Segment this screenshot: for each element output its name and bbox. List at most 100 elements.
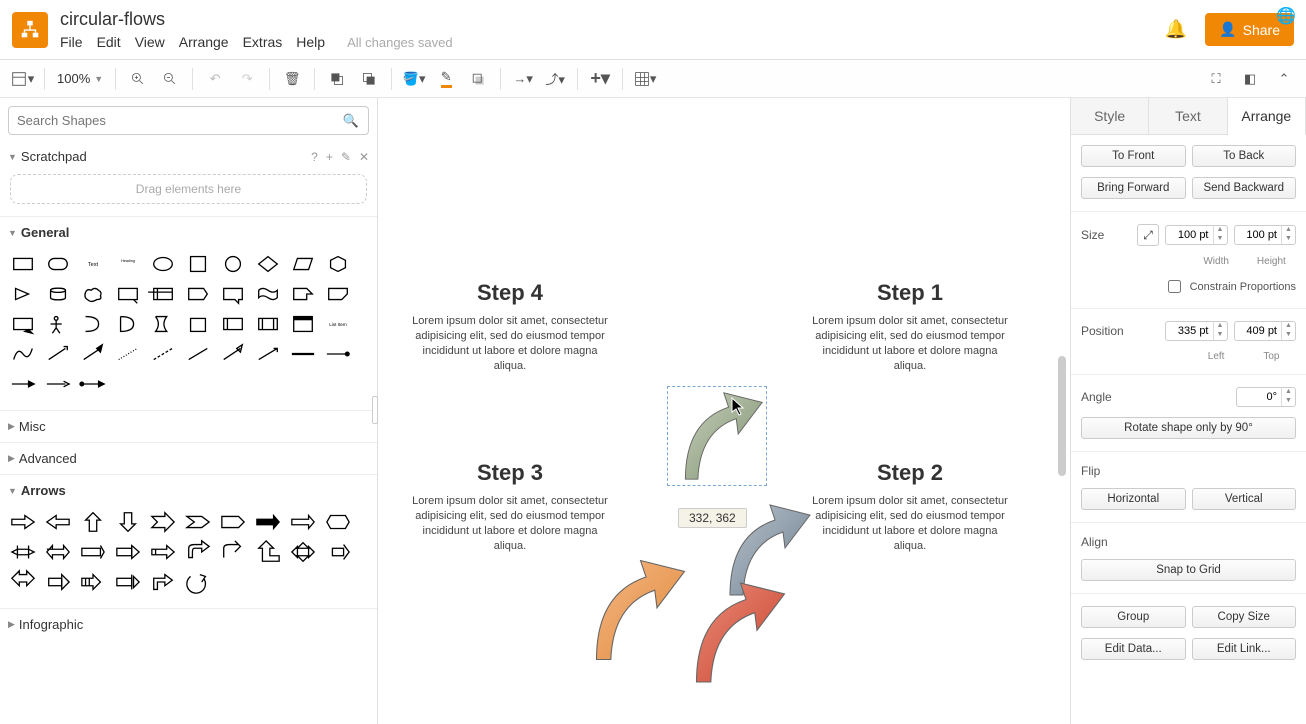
shape-general-37[interactable] (251, 340, 284, 368)
bell-icon[interactable]: 🔔 (1165, 19, 1187, 40)
redo-button[interactable]: ↷ (233, 65, 261, 93)
width-down[interactable]: ▼ (1213, 235, 1227, 244)
flip-vertical-button[interactable]: Vertical (1192, 488, 1297, 510)
group-button[interactable]: Group (1081, 606, 1186, 628)
shape-general-6[interactable] (216, 250, 249, 278)
menu-view[interactable]: View (135, 34, 165, 50)
shape-arrow-8[interactable] (286, 508, 319, 536)
snap-to-grid-button[interactable]: Snap to Grid (1081, 559, 1296, 581)
shape-general-17[interactable] (251, 280, 284, 308)
shape-arrow-15[interactable] (181, 538, 214, 566)
shape-general-29[interactable]: List Item (321, 310, 354, 338)
flip-horizontal-button[interactable]: Horizontal (1081, 488, 1186, 510)
shape-general-35[interactable] (181, 340, 214, 368)
insert-button[interactable]: +▾ (586, 65, 614, 93)
line-color-button[interactable]: ✎ (432, 65, 460, 93)
connection-button[interactable]: →▾ (509, 65, 537, 93)
step-block-1[interactable]: Step 1Lorem ipsum dolor sit amet, consec… (810, 280, 1010, 373)
zoom-out-button[interactable] (156, 65, 184, 93)
menu-help[interactable]: Help (296, 34, 325, 50)
document-title[interactable]: circular-flows (60, 9, 453, 30)
shape-general-24[interactable] (146, 310, 179, 338)
shape-arrow-9[interactable] (321, 508, 354, 536)
page-view-button[interactable]: ▾ (8, 65, 36, 93)
shape-general-2[interactable]: Text (76, 250, 109, 278)
app-logo[interactable] (12, 12, 48, 48)
canvas[interactable]: Step 1Lorem ipsum dolor sit amet, consec… (378, 98, 1070, 724)
shape-general-10[interactable] (6, 280, 39, 308)
width-up[interactable]: ▲ (1213, 226, 1227, 235)
menu-extras[interactable]: Extras (243, 34, 283, 50)
canvas-arrow-2[interactable] (580, 555, 690, 665)
copy-size-button[interactable]: Copy Size (1192, 606, 1297, 628)
shape-general-21[interactable] (41, 310, 74, 338)
zoom-select[interactable]: 100% ▼ (53, 71, 107, 86)
shape-general-16[interactable] (216, 280, 249, 308)
fill-color-button[interactable]: 🪣▾ (400, 65, 428, 93)
shape-general-36[interactable] (216, 340, 249, 368)
vertical-scrollbar[interactable] (1058, 138, 1066, 684)
shape-arrow-21[interactable] (41, 568, 74, 596)
shape-arrow-22[interactable] (76, 568, 109, 596)
shape-general-38[interactable] (286, 340, 319, 368)
height-down[interactable]: ▼ (1281, 235, 1295, 244)
shape-general-23[interactable] (111, 310, 144, 338)
shape-arrow-20[interactable] (6, 568, 39, 596)
step-block-2[interactable]: Step 2Lorem ipsum dolor sit amet, consec… (810, 460, 1010, 553)
tab-style[interactable]: Style (1071, 98, 1149, 134)
canvas-arrow-3[interactable] (680, 575, 790, 690)
step-block-3[interactable]: Step 3Lorem ipsum dolor sit amet, consec… (410, 460, 610, 553)
edit-data-button[interactable]: Edit Data... (1081, 638, 1186, 660)
shape-general-28[interactable] (286, 310, 319, 338)
table-button[interactable]: ▾ (631, 65, 659, 93)
shape-general-15[interactable] (181, 280, 214, 308)
shape-general-42[interactable] (76, 370, 109, 398)
shape-arrow-11[interactable] (41, 538, 74, 566)
shape-general-31[interactable] (41, 340, 74, 368)
shape-general-26[interactable] (216, 310, 249, 338)
format-panel-button[interactable]: ◧ (1236, 65, 1264, 93)
shape-arrow-14[interactable] (146, 538, 179, 566)
shape-general-40[interactable] (6, 370, 39, 398)
shape-general-27[interactable] (251, 310, 284, 338)
to-front-button[interactable]: To Front (1081, 145, 1186, 167)
shape-general-7[interactable] (251, 250, 284, 278)
autosize-button[interactable]: ⤢ (1137, 224, 1159, 246)
shape-arrow-0[interactable] (6, 508, 39, 536)
shape-general-3[interactable]: Heading (111, 250, 144, 278)
step-block-4[interactable]: Step 4Lorem ipsum dolor sit amet, consec… (410, 280, 610, 373)
shape-general-33[interactable] (111, 340, 144, 368)
search-icon[interactable]: 🔍 (343, 113, 359, 129)
menu-file[interactable]: File (60, 34, 83, 50)
shape-arrow-2[interactable] (76, 508, 109, 536)
shape-general-39[interactable] (321, 340, 354, 368)
shape-arrow-19[interactable] (321, 538, 354, 566)
fullscreen-button[interactable]: ⛶ (1202, 65, 1230, 93)
search-input[interactable] (8, 106, 369, 135)
shape-arrow-17[interactable] (251, 538, 284, 566)
menu-edit[interactable]: Edit (97, 34, 121, 50)
waypoint-button[interactable]: ⤴▾ (541, 65, 569, 93)
tab-arrange[interactable]: Arrange (1228, 98, 1306, 135)
shape-arrow-25[interactable] (181, 568, 214, 596)
scratchpad-dropzone[interactable]: Drag elements here (10, 174, 367, 204)
shape-arrow-23[interactable] (111, 568, 144, 596)
to-back-button[interactable]: To Back (1192, 145, 1297, 167)
shape-general-12[interactable] (76, 280, 109, 308)
scratchpad-edit-icon[interactable]: ✎ (341, 150, 351, 164)
shape-arrow-1[interactable] (41, 508, 74, 536)
constrain-checkbox[interactable] (1168, 280, 1181, 293)
collapse-button[interactable]: ⌃ (1270, 65, 1298, 93)
section-arrows[interactable]: ▼Arrows (0, 477, 377, 504)
scratchpad-close-icon[interactable]: ✕ (359, 150, 369, 164)
section-advanced[interactable]: ▶Advanced (0, 445, 377, 472)
shape-arrow-10[interactable] (6, 538, 39, 566)
shape-arrow-4[interactable] (146, 508, 179, 536)
menu-arrange[interactable]: Arrange (179, 34, 229, 50)
shape-general-14[interactable] (146, 280, 179, 308)
scratchpad-help-icon[interactable]: ? (311, 150, 318, 164)
shape-general-32[interactable] (76, 340, 109, 368)
shape-arrow-13[interactable] (111, 538, 144, 566)
shape-general-4[interactable] (146, 250, 179, 278)
send-backward-button[interactable]: Send Backward (1192, 177, 1297, 199)
